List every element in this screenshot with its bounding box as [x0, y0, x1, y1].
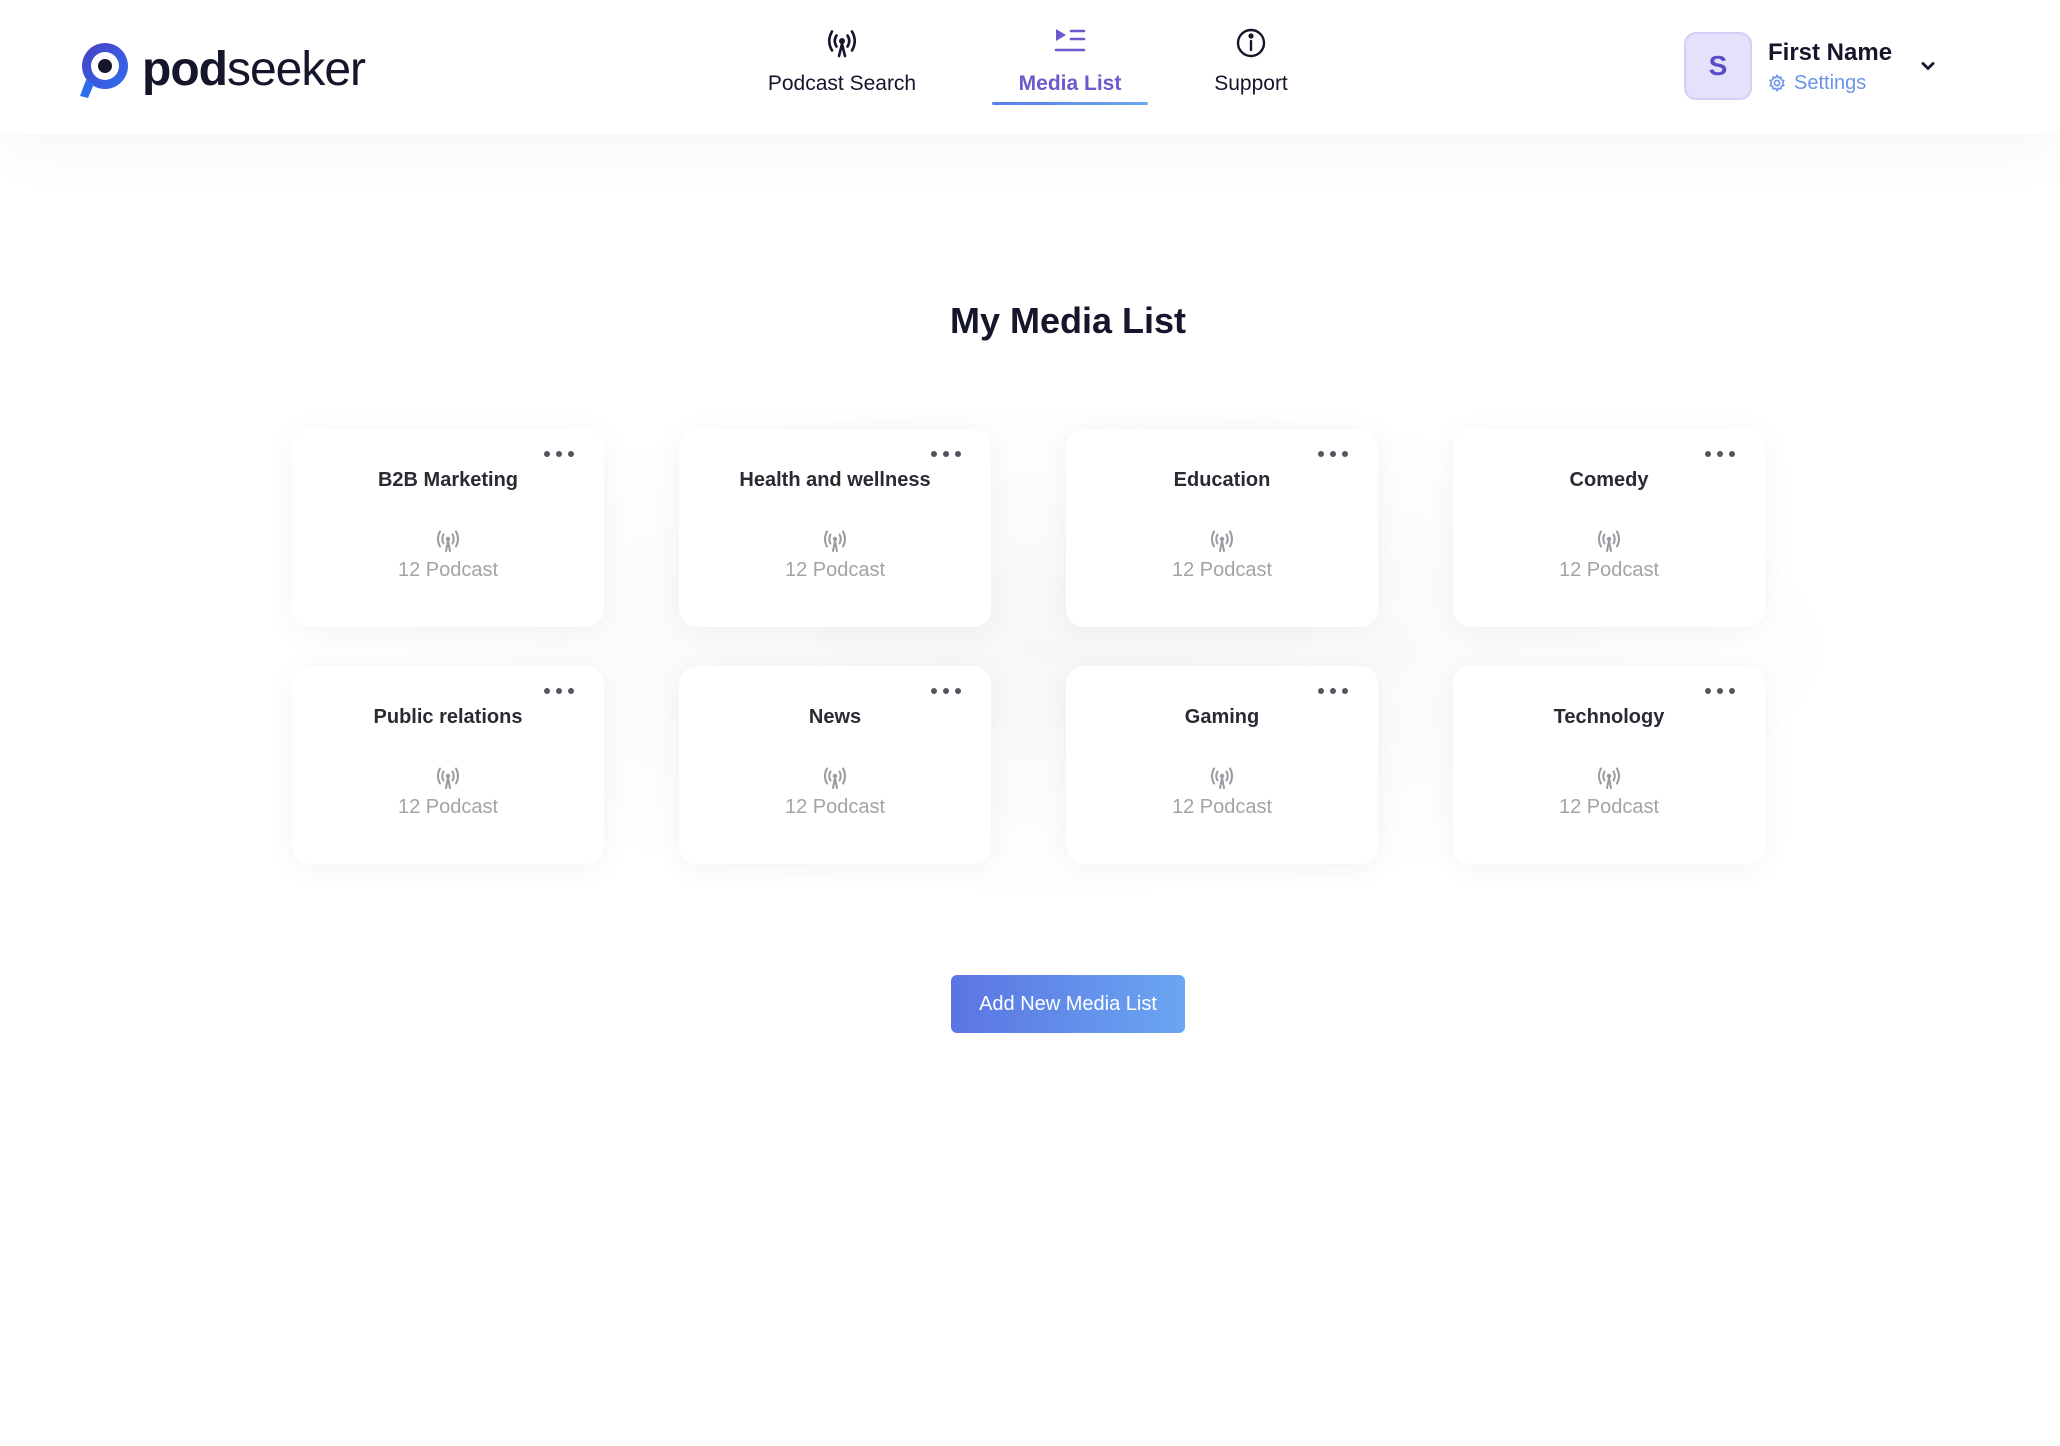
podcast-broadcast-icon — [824, 530, 846, 552]
user-name: First Name — [1768, 38, 1893, 66]
card-title: Comedy — [1569, 469, 1649, 491]
more-options-icon[interactable] — [1318, 684, 1348, 698]
brand-wordmark: podseeker — [142, 43, 366, 96]
more-options-icon[interactable] — [1705, 684, 1735, 698]
card-podcast-count: 12 Podcast — [1558, 559, 1660, 581]
podcast-broadcast-icon — [824, 767, 846, 789]
more-options-icon[interactable] — [931, 684, 961, 698]
avatar[interactable]: S — [1684, 32, 1752, 100]
settings-label: Settings — [1794, 71, 1867, 94]
info-icon — [1236, 28, 1266, 58]
podseeker-logo-icon — [80, 43, 128, 98]
more-options-icon[interactable] — [931, 447, 961, 461]
podcast-broadcast-icon — [1598, 530, 1620, 552]
media-list-card[interactable]: Technology 12 Podcast — [1453, 666, 1765, 864]
gear-icon — [1769, 74, 1785, 92]
user-menu[interactable]: S First Name Settings — [1684, 32, 1892, 100]
card-title: Education — [1173, 469, 1271, 491]
settings-link[interactable]: Settings — [1768, 72, 1892, 95]
user-info: First Name Settings — [1768, 38, 1892, 95]
page-title: My Media List — [949, 300, 1187, 341]
more-options-icon[interactable] — [1705, 447, 1735, 461]
podseeker-logo[interactable]: podseeker — [76, 40, 366, 100]
card-podcast-count: 12 Podcast — [1171, 559, 1273, 581]
media-list-icon — [1054, 29, 1086, 52]
card-title: News — [808, 706, 862, 728]
media-list-card[interactable]: Health and wellness 12 Podcast — [679, 429, 991, 627]
podcast-broadcast-icon — [1211, 767, 1233, 789]
card-title: Public relations — [373, 706, 523, 728]
card-podcast-count: 12 Podcast — [397, 559, 499, 581]
chevron-down-icon[interactable] — [1920, 58, 1936, 74]
card-podcast-count: 12 Podcast — [1171, 796, 1273, 818]
more-options-icon[interactable] — [544, 447, 574, 461]
podcast-broadcast-icon — [1598, 767, 1620, 789]
podcast-broadcast-icon — [1211, 530, 1233, 552]
card-podcast-count: 12 Podcast — [397, 796, 499, 818]
card-title: Health and wellness — [739, 469, 931, 491]
media-list-card[interactable]: Education 12 Podcast — [1066, 429, 1378, 627]
podcast-broadcast-icon — [827, 30, 857, 58]
more-options-icon[interactable] — [1318, 447, 1348, 461]
add-new-media-list-button[interactable]: Add New Media List — [951, 975, 1185, 1033]
card-title: Technology — [1553, 706, 1665, 728]
nav-support[interactable]: Support — [1206, 26, 1296, 106]
card-title: B2B Marketing — [377, 469, 519, 491]
nav-active-indicator — [992, 102, 1148, 105]
media-list-card[interactable]: News 12 Podcast — [679, 666, 991, 864]
media-list-card[interactable]: B2B Marketing 12 Podcast — [292, 429, 604, 627]
card-podcast-count: 12 Podcast — [784, 796, 886, 818]
media-list-card[interactable]: Gaming 12 Podcast — [1066, 666, 1378, 864]
podcast-broadcast-icon — [437, 767, 459, 789]
card-podcast-count: 12 Podcast — [1558, 796, 1660, 818]
card-podcast-count: 12 Podcast — [784, 559, 886, 581]
nav-media-list[interactable]: Media List — [1000, 26, 1140, 106]
media-list-card[interactable]: Comedy 12 Podcast — [1453, 429, 1765, 627]
more-options-icon[interactable] — [544, 684, 574, 698]
top-navbar: podseeker Podcast Search Media List Supp… — [0, 0, 2060, 134]
nav-podcast-search[interactable]: Podcast Search — [766, 26, 918, 106]
card-title: Gaming — [1184, 706, 1260, 728]
media-list-card[interactable]: Public relations 12 Podcast — [292, 666, 604, 864]
podcast-broadcast-icon — [437, 530, 459, 552]
